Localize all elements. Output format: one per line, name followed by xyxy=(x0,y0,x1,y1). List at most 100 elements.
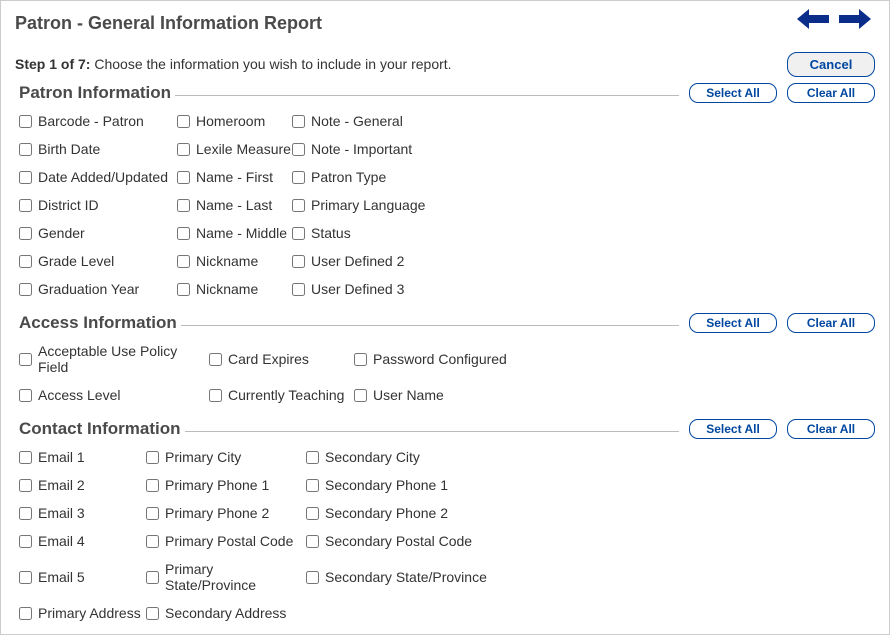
field-checkbox[interactable] xyxy=(19,389,32,402)
field-checkbox[interactable] xyxy=(146,607,159,620)
field-label[interactable]: Secondary Address xyxy=(165,605,286,621)
field-label[interactable]: Currently Teaching xyxy=(228,387,344,403)
field-label[interactable]: Secondary Phone 1 xyxy=(325,477,448,493)
field-checkbox[interactable] xyxy=(177,199,190,212)
field-checkbox[interactable] xyxy=(19,171,32,184)
field-checkbox[interactable] xyxy=(19,535,32,548)
field-label[interactable]: User Defined 2 xyxy=(311,253,404,269)
field-label[interactable]: Acceptable Use Policy Field xyxy=(38,343,209,375)
field-label[interactable]: Nickname xyxy=(196,253,258,269)
field-label[interactable]: Secondary State/Province xyxy=(325,569,487,585)
field-checkbox[interactable] xyxy=(19,143,32,156)
field-label[interactable]: Note - General xyxy=(311,113,403,129)
clear-all-button-access[interactable]: Clear All xyxy=(787,313,875,333)
field-label[interactable]: Primary Postal Code xyxy=(165,533,293,549)
field-checkbox[interactable] xyxy=(306,451,319,464)
next-arrow-button[interactable] xyxy=(837,7,873,34)
field-label[interactable]: Primary City xyxy=(165,449,241,465)
field-label[interactable]: Email 2 xyxy=(38,477,85,493)
field-label[interactable]: Access Level xyxy=(38,387,120,403)
field-label[interactable]: Homeroom xyxy=(196,113,265,129)
section-access: Access Information Select All Clear All … xyxy=(15,313,875,415)
field-label[interactable]: Graduation Year xyxy=(38,281,139,297)
field-label[interactable]: Primary Phone 1 xyxy=(165,477,269,493)
field-label[interactable]: Email 4 xyxy=(38,533,85,549)
check-row: Email 4 Primary Postal Code Secondary Post… xyxy=(19,533,875,549)
field-checkbox[interactable] xyxy=(19,451,32,464)
field-checkbox[interactable] xyxy=(19,255,32,268)
field-label[interactable]: Grade Level xyxy=(38,253,114,269)
field-checkbox[interactable] xyxy=(306,535,319,548)
field-label[interactable]: Birth Date xyxy=(38,141,100,157)
field-checkbox[interactable] xyxy=(177,283,190,296)
select-all-button-patron[interactable]: Select All xyxy=(689,83,777,103)
select-all-button-access[interactable]: Select All xyxy=(689,313,777,333)
field-checkbox[interactable] xyxy=(354,353,367,366)
field-checkbox[interactable] xyxy=(354,389,367,402)
field-label[interactable]: Password Configured xyxy=(373,351,507,367)
field-checkbox[interactable] xyxy=(177,255,190,268)
field-checkbox[interactable] xyxy=(146,451,159,464)
field-checkbox[interactable] xyxy=(292,283,305,296)
field-checkbox[interactable] xyxy=(19,283,32,296)
field-label[interactable]: Card Expires xyxy=(228,351,309,367)
field-label[interactable]: Primary Language xyxy=(311,197,425,213)
field-label[interactable]: User Defined 3 xyxy=(311,281,404,297)
field-checkbox[interactable] xyxy=(19,199,32,212)
field-label[interactable]: Status xyxy=(311,225,351,241)
cancel-button[interactable]: Cancel xyxy=(787,52,875,77)
field-label[interactable]: Email 1 xyxy=(38,449,85,465)
field-label[interactable]: Secondary Postal Code xyxy=(325,533,472,549)
field-checkbox[interactable] xyxy=(292,143,305,156)
field-checkbox[interactable] xyxy=(209,353,222,366)
check-item: User Defined 3 xyxy=(292,281,404,297)
field-checkbox[interactable] xyxy=(292,171,305,184)
field-checkbox[interactable] xyxy=(177,227,190,240)
field-checkbox[interactable] xyxy=(19,607,32,620)
field-label[interactable]: Name - First xyxy=(196,169,273,185)
field-checkbox[interactable] xyxy=(177,171,190,184)
field-checkbox[interactable] xyxy=(306,479,319,492)
clear-all-button-patron[interactable]: Clear All xyxy=(787,83,875,103)
field-label[interactable]: Secondary Phone 2 xyxy=(325,505,448,521)
field-checkbox[interactable] xyxy=(146,535,159,548)
field-label[interactable]: Secondary City xyxy=(325,449,420,465)
field-label[interactable]: Primary Address xyxy=(38,605,141,621)
field-checkbox[interactable] xyxy=(146,507,159,520)
field-checkbox[interactable] xyxy=(209,389,222,402)
field-checkbox[interactable] xyxy=(292,227,305,240)
field-label[interactable]: Primary State/Province xyxy=(165,561,306,593)
field-checkbox[interactable] xyxy=(146,479,159,492)
field-label[interactable]: Gender xyxy=(38,225,85,241)
field-checkbox[interactable] xyxy=(306,571,319,584)
field-label[interactable]: Name - Middle xyxy=(196,225,287,241)
field-label[interactable]: Patron Type xyxy=(311,169,386,185)
field-checkbox[interactable] xyxy=(306,507,319,520)
field-label[interactable]: Email 5 xyxy=(38,569,85,585)
field-label[interactable]: Barcode - Patron xyxy=(38,113,144,129)
select-all-button-contact[interactable]: Select All xyxy=(689,419,777,439)
field-checkbox[interactable] xyxy=(292,115,305,128)
field-checkbox[interactable] xyxy=(19,227,32,240)
prev-arrow-button[interactable] xyxy=(795,7,831,34)
field-checkbox[interactable] xyxy=(177,115,190,128)
field-label[interactable]: User Name xyxy=(373,387,444,403)
clear-all-button-contact[interactable]: Clear All xyxy=(787,419,875,439)
field-checkbox[interactable] xyxy=(146,571,159,584)
field-label[interactable]: Primary Phone 2 xyxy=(165,505,269,521)
field-label[interactable]: Date Added/Updated xyxy=(38,169,168,185)
field-label[interactable]: Name - Last xyxy=(196,197,272,213)
field-label[interactable]: Note - Important xyxy=(311,141,412,157)
field-checkbox[interactable] xyxy=(19,571,32,584)
field-checkbox[interactable] xyxy=(19,479,32,492)
field-label[interactable]: Email 3 xyxy=(38,505,85,521)
field-checkbox[interactable] xyxy=(19,115,32,128)
field-label[interactable]: Nickname xyxy=(196,281,258,297)
field-checkbox[interactable] xyxy=(19,507,32,520)
field-checkbox[interactable] xyxy=(292,199,305,212)
field-checkbox[interactable] xyxy=(292,255,305,268)
field-label[interactable]: Lexile Measure xyxy=(196,141,291,157)
field-checkbox[interactable] xyxy=(19,353,32,366)
field-checkbox[interactable] xyxy=(177,143,190,156)
field-label[interactable]: District ID xyxy=(38,197,99,213)
